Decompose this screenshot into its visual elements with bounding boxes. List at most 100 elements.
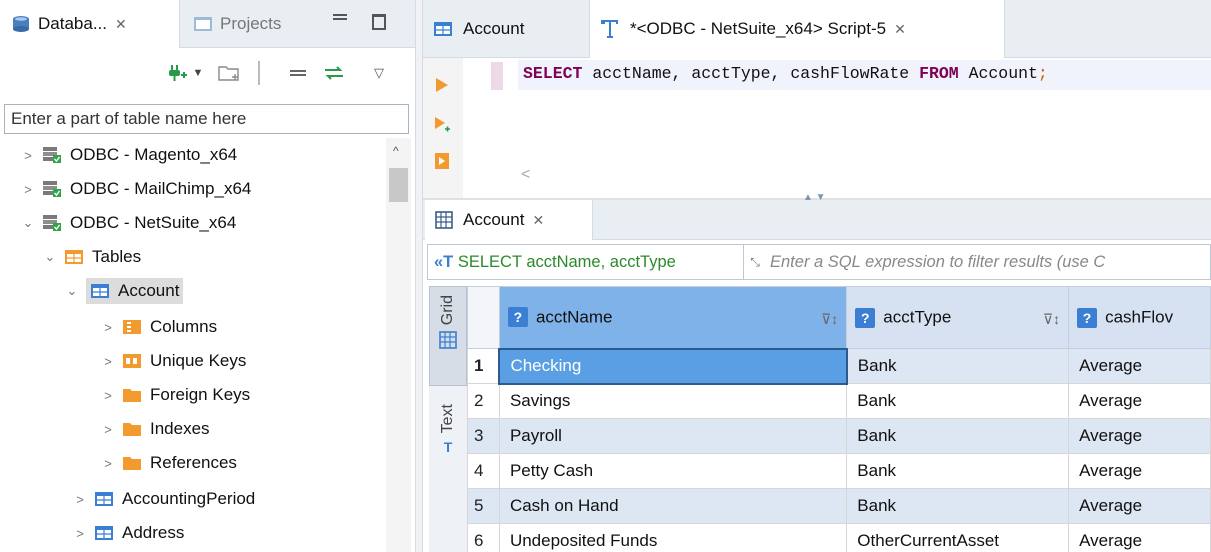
tree-node-address[interactable]: > Address xyxy=(72,516,184,550)
tree-node-label: Account xyxy=(118,281,180,300)
row-number[interactable]: 2 xyxy=(467,383,500,419)
collapse-all-icon[interactable] xyxy=(287,62,309,84)
row-number[interactable]: 3 xyxy=(467,418,500,454)
panel-divider[interactable] xyxy=(415,0,423,552)
tree-node-references[interactable]: > References xyxy=(100,446,237,480)
table-cell[interactable]: Average xyxy=(1068,348,1211,384)
column-header-acctname[interactable]: ? acctName ⊽↕ xyxy=(498,286,848,349)
table-cell-selected[interactable]: Checking xyxy=(498,347,848,385)
table-row[interactable]: 2 Savings Bank Average xyxy=(467,383,1211,419)
link-with-editor-icon[interactable] xyxy=(322,62,346,84)
execute-new-tab-icon[interactable] xyxy=(433,116,451,134)
tree-node-label: References xyxy=(150,453,237,472)
chevron-right-icon[interactable]: > xyxy=(100,456,116,471)
chevron-right-icon[interactable]: > xyxy=(100,422,116,437)
table-cell[interactable]: Payroll xyxy=(498,418,848,454)
filter-sort-icon[interactable]: ⊽↕ xyxy=(821,311,838,328)
table-cell[interactable]: Petty Cash xyxy=(498,453,848,489)
tree-node-magento[interactable]: > ODBC - Magento_x64 xyxy=(20,138,237,172)
sql-semicolon: ; xyxy=(1037,64,1048,83)
minimize-icon[interactable] xyxy=(333,14,347,20)
results-view-switcher: Grid Text T xyxy=(429,286,467,552)
expand-query-icon[interactable]: ⤡ xyxy=(744,255,766,270)
column-header-accttype[interactable]: ? acctType ⊽↕ xyxy=(846,286,1070,349)
tree-node-mailchimp[interactable]: > ODBC - MailChimp_x64 xyxy=(20,172,251,206)
tab-database-navigator[interactable]: Databa... ✕ xyxy=(0,0,180,48)
chevron-down-icon[interactable]: ⌄ xyxy=(20,215,36,231)
left-tab-bar: Databa... ✕ Projects xyxy=(0,0,415,48)
table-row[interactable]: 4 Petty Cash Bank Average xyxy=(467,453,1211,489)
tab-text-view[interactable]: Text T xyxy=(429,396,467,496)
table-cell[interactable]: Bank xyxy=(846,383,1070,419)
table-cell[interactable]: Average xyxy=(1068,383,1211,419)
chevron-right-icon[interactable]: > xyxy=(100,388,116,403)
chevron-right-icon[interactable]: > xyxy=(20,182,36,197)
tree-scrollbar[interactable]: ^ xyxy=(386,138,411,552)
row-number[interactable]: 5 xyxy=(467,488,500,524)
scroll-up-icon[interactable]: ^ xyxy=(393,144,399,158)
scrollbar-thumb[interactable] xyxy=(389,168,408,202)
tab-account-editor[interactable]: Account xyxy=(423,0,583,58)
table-cell[interactable]: Undeposited Funds xyxy=(498,523,848,552)
chevron-right-icon[interactable]: > xyxy=(100,354,116,369)
chevron-right-icon[interactable]: > xyxy=(20,148,36,163)
chevron-down-icon[interactable]: ⌄ xyxy=(42,249,58,265)
tab-projects[interactable]: Projects xyxy=(188,0,281,48)
tree-node-netsuite[interactable]: ⌄ ODBC - NetSuite_x64 xyxy=(20,206,237,240)
table-cell[interactable]: Average xyxy=(1068,418,1211,454)
sql-action-gutter xyxy=(423,58,463,198)
filter-sort-icon[interactable]: ⊽↕ xyxy=(1043,311,1060,328)
tree-node-accountingperiod[interactable]: > AccountingPeriod xyxy=(72,482,255,516)
view-menu-icon[interactable]: ▽ xyxy=(371,62,387,84)
chevron-right-icon[interactable]: > xyxy=(72,526,88,541)
row-number[interactable]: 6 xyxy=(467,523,500,552)
tab-grid-view[interactable]: Grid xyxy=(429,286,467,386)
tab-results-account[interactable]: Account ✕ xyxy=(425,200,593,240)
chevron-right-icon[interactable]: > xyxy=(100,320,116,335)
table-cell[interactable]: Average xyxy=(1068,453,1211,489)
tree-node-indexes[interactable]: > Indexes xyxy=(100,412,209,446)
column-header-label: acctName xyxy=(535,307,613,327)
table-search-input[interactable]: Enter a part of table name here xyxy=(4,104,409,134)
table-row[interactable]: 5 Cash on Hand Bank Average xyxy=(467,488,1211,524)
tree-node-columns[interactable]: > Columns xyxy=(100,310,217,344)
row-number[interactable]: 1 xyxy=(467,348,500,384)
scroll-left-icon[interactable]: < xyxy=(521,166,530,184)
filter-query-display[interactable]: «T SELECT acctName, acctType xyxy=(428,245,744,279)
table-row[interactable]: 6 Undeposited Funds OtherCurrentAsset Av… xyxy=(467,523,1211,552)
table-cell[interactable]: Bank xyxy=(846,453,1070,489)
chevron-down-icon[interactable]: ⌄ xyxy=(64,283,80,299)
table-cell[interactable]: Bank xyxy=(846,488,1070,524)
tree-node-foreign-keys[interactable]: > Foreign Keys xyxy=(100,378,250,412)
close-icon[interactable]: ✕ xyxy=(532,212,544,229)
sql-editor[interactable]: SELECT acctName, acctType, cashFlowRate … xyxy=(463,58,1211,198)
close-icon[interactable]: ✕ xyxy=(894,21,906,38)
tree-node-tables[interactable]: ⌄ Tables xyxy=(42,240,142,274)
new-connection-icon[interactable] xyxy=(165,62,189,84)
chevron-right-icon[interactable]: > xyxy=(72,492,88,507)
column-header-cashflowrate[interactable]: ? cashFlov xyxy=(1068,286,1211,349)
table-cell[interactable]: Average xyxy=(1068,523,1211,552)
filter-expression-input[interactable]: Enter a SQL expression to filter results… xyxy=(766,253,1105,272)
table-cell[interactable]: Bank xyxy=(846,418,1070,454)
table-row[interactable]: 3 Payroll Bank Average xyxy=(467,418,1211,454)
close-icon[interactable]: ✕ xyxy=(115,16,127,33)
sql-query-text[interactable]: SELECT acctName, acctType, cashFlowRate … xyxy=(523,64,1048,83)
chevron-down-icon[interactable]: ▼ xyxy=(191,62,205,84)
table-cell[interactable]: OtherCurrentAsset xyxy=(846,523,1070,552)
tree-node-account[interactable]: ⌄ Account xyxy=(64,274,184,308)
tab-sql-script[interactable]: *<ODBC - NetSuite_x64> Script-5 ✕ xyxy=(589,0,1005,58)
maximize-icon[interactable] xyxy=(372,14,386,30)
table-row[interactable]: 1 Checking Bank Average xyxy=(467,347,1211,385)
table-cell[interactable]: Bank xyxy=(846,348,1070,384)
execute-statement-icon[interactable] xyxy=(433,76,451,94)
execute-script-icon[interactable] xyxy=(433,152,451,170)
row-number[interactable]: 4 xyxy=(467,453,500,489)
new-folder-icon[interactable] xyxy=(218,62,240,84)
tree-node-account-selection[interactable]: Account xyxy=(86,278,184,304)
table-cell[interactable]: Savings xyxy=(498,383,848,419)
tree-node-unique-keys[interactable]: > Unique Keys xyxy=(100,344,246,378)
table-cell[interactable]: Cash on Hand xyxy=(498,488,848,524)
table-cell[interactable]: Average xyxy=(1068,488,1211,524)
database-navigator-panel: Databa... ✕ Projects ▼ ▽ Enter a part of… xyxy=(0,0,415,552)
